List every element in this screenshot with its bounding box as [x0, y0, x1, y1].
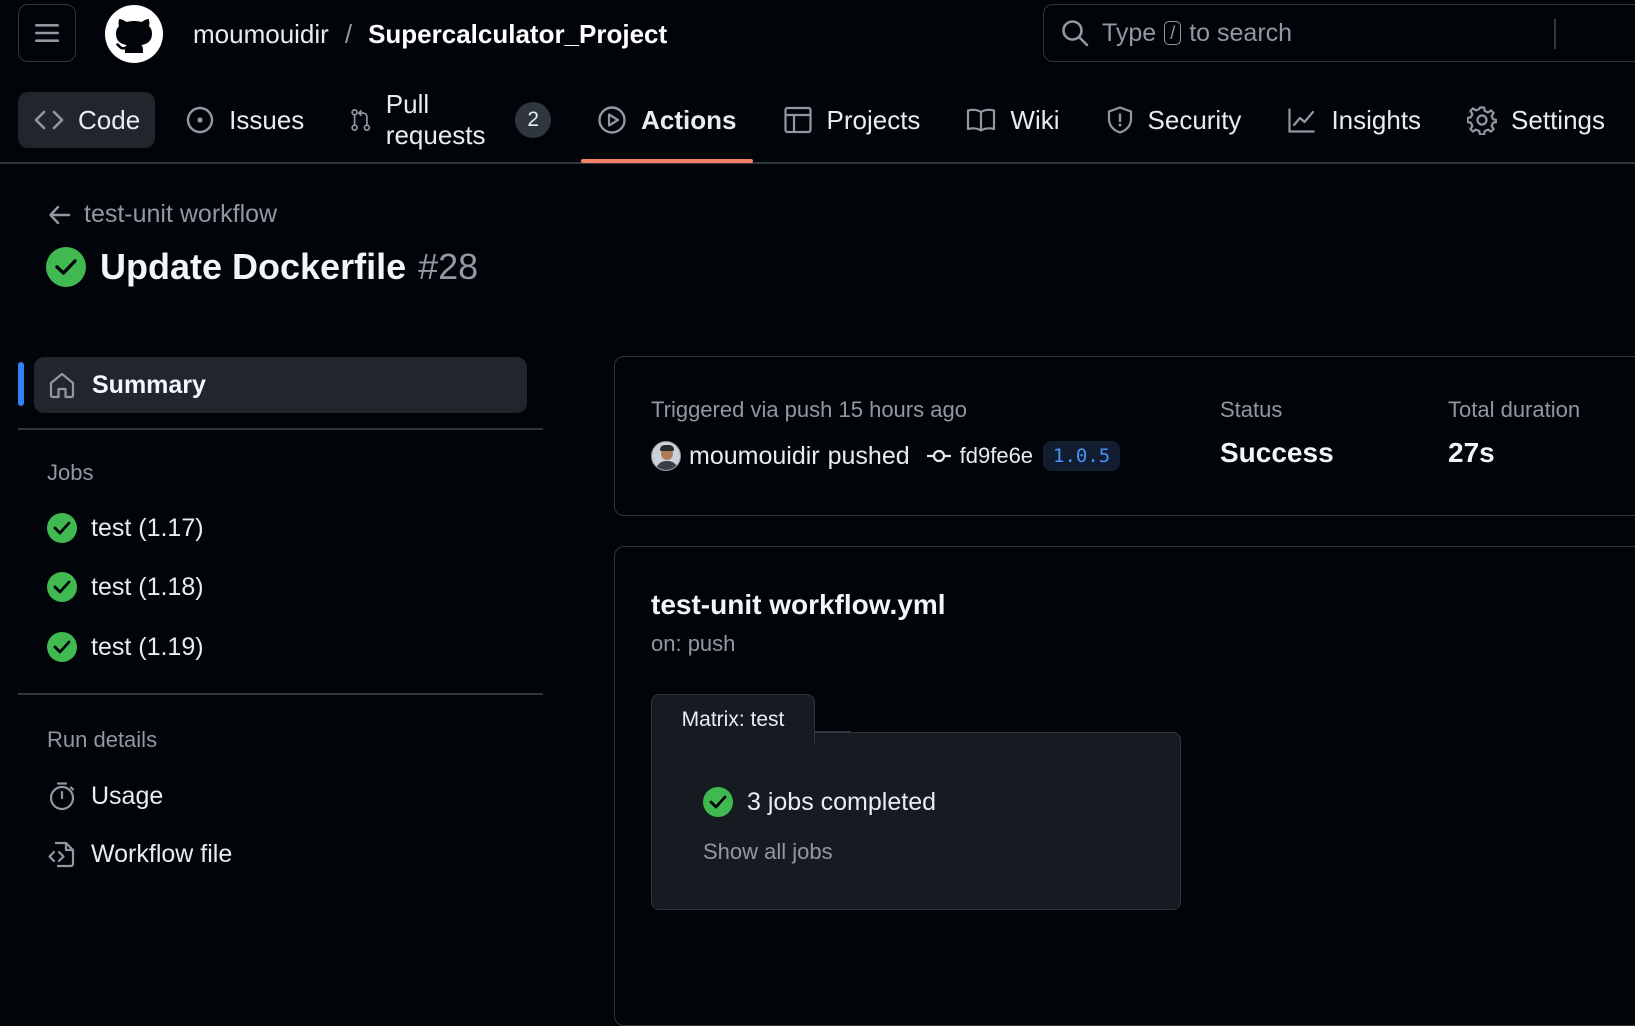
table-icon	[783, 106, 812, 134]
tab-settings-label: Settings	[1511, 104, 1605, 135]
run-title: Update Dockerfile #28	[46, 246, 478, 288]
tab-wiki[interactable]: Wiki	[950, 92, 1075, 148]
success-check-icon	[47, 632, 77, 662]
workflow-file-name: test-unit workflow.yml	[651, 589, 946, 620]
tab-insights[interactable]: Insights	[1271, 92, 1437, 148]
status-value: Success	[1220, 437, 1334, 468]
stopwatch-icon	[49, 782, 75, 811]
sidebar-item-summary-label: Summary	[92, 370, 206, 399]
run-details-heading: Run details	[47, 727, 158, 752]
sidebar-item-workflow-file[interactable]: Workflow file	[47, 839, 232, 869]
code-icon	[34, 110, 64, 130]
sidebar-item-workflow-file-label: Workflow file	[91, 839, 233, 868]
matrix-group-card[interactable]: 3 jobs completed Show all jobs	[651, 732, 1181, 910]
tab-actions[interactable]: Actions	[581, 92, 753, 163]
tab-security-label: Security	[1147, 104, 1242, 135]
tab-issues-label: Issues	[229, 104, 305, 135]
actor-link[interactable]: moumouidir	[689, 442, 820, 471]
three-bars-icon	[35, 24, 59, 42]
search-placeholder-suffix: to search	[1189, 18, 1293, 47]
tab-code[interactable]: Code	[18, 92, 156, 148]
back-to-workflow-label: test-unit workflow	[84, 200, 278, 228]
tab-projects[interactable]: Projects	[767, 92, 937, 148]
tab-pull-requests-label: Pull requests	[385, 89, 486, 150]
git-pull-request-icon	[351, 109, 371, 131]
repo-owner-link[interactable]: moumouidir	[193, 19, 329, 50]
tab-wiki-label: Wiki	[1010, 104, 1060, 135]
trigger-details: moumouidir pushed fd9fe6e 1.0.5	[651, 441, 1121, 471]
github-logo-icon[interactable]	[104, 4, 164, 64]
tab-actions-label: Actions	[641, 104, 737, 135]
jobs-heading: Jobs	[47, 460, 94, 485]
arrow-left-icon	[49, 205, 71, 224]
tag-badge[interactable]: 1.0.5	[1043, 441, 1121, 471]
commit-sha-link[interactable]: fd9fe6e	[960, 443, 1033, 469]
sidebar-active-indicator	[18, 362, 24, 406]
play-icon	[598, 106, 626, 134]
sidebar-job-item[interactable]: test (1.18)	[47, 572, 204, 602]
jobs-completed-label: 3 jobs completed	[747, 787, 937, 816]
sidebar-job-label: test (1.18)	[91, 572, 204, 601]
repo-breadcrumb: moumouidir / Supercalculator_Project	[193, 16, 667, 52]
repo-name-link[interactable]: Supercalculator_Project	[368, 19, 667, 50]
show-all-jobs-link[interactable]: Show all jobs	[703, 839, 833, 865]
shield-icon	[1107, 106, 1132, 134]
breadcrumb-separator: /	[344, 18, 353, 49]
success-check-icon	[47, 572, 77, 602]
file-code-icon	[48, 841, 75, 868]
workflow-trigger: on: push	[651, 631, 736, 656]
sidebar-job-item[interactable]: test (1.19)	[47, 632, 204, 662]
run-summary-panel: Triggered via push 15 hours ago moumouid…	[614, 356, 1635, 516]
jobs-completed-status: 3 jobs completed	[703, 787, 936, 817]
global-header: moumouidir / Supercalculator_Project Typ…	[0, 0, 1635, 164]
tab-settings[interactable]: Settings	[1451, 92, 1621, 148]
success-check-icon	[47, 513, 77, 543]
sidebar-divider	[18, 428, 543, 430]
duration-value: 27s	[1448, 437, 1495, 468]
sidebar-item-summary[interactable]: Summary	[34, 357, 527, 413]
avatar[interactable]	[651, 441, 681, 471]
sidebar-item-usage[interactable]: Usage	[47, 781, 163, 811]
pull-requests-counter: 2	[515, 102, 552, 138]
tab-pull-requests[interactable]: Pull requests 2	[334, 89, 567, 150]
home-icon	[49, 372, 75, 399]
search-divider	[1554, 19, 1556, 49]
sidebar-job-label: test (1.17)	[91, 513, 204, 542]
search-icon	[1062, 20, 1089, 47]
tab-issues[interactable]: Issues	[169, 92, 320, 148]
book-icon	[967, 108, 996, 132]
run-number: #28	[418, 246, 479, 287]
push-action-text: pushed	[827, 441, 910, 470]
search-shortcut-key: /	[1164, 21, 1182, 45]
triggered-text: Triggered via push 15 hours ago	[651, 397, 967, 422]
sidebar-item-usage-label: Usage	[91, 781, 164, 810]
duration-label: Total duration	[1448, 397, 1581, 422]
tab-projects-label: Projects	[826, 104, 921, 135]
success-check-icon	[46, 247, 86, 287]
search-input[interactable]: Type / to search	[1043, 4, 1635, 62]
success-check-icon	[703, 787, 733, 817]
run-title-text: Update Dockerfile	[100, 246, 407, 287]
back-to-workflow-link[interactable]: test-unit workflow	[48, 200, 277, 229]
git-commit-icon	[926, 449, 951, 463]
search-placeholder-prefix: Type	[1102, 18, 1157, 47]
tab-code-label: Code	[78, 104, 141, 135]
workflow-graph-panel: test-unit workflow.yml on: push Matrix: …	[614, 546, 1635, 1026]
tab-security[interactable]: Security	[1090, 92, 1258, 148]
gear-icon	[1467, 106, 1498, 135]
tab-insights-label: Insights	[1331, 104, 1422, 135]
sidebar-divider	[18, 693, 543, 695]
matrix-group-tab: Matrix: test	[651, 694, 815, 744]
sidebar-job-item[interactable]: test (1.17)	[47, 513, 204, 543]
status-label: Status	[1220, 397, 1283, 422]
sidebar-job-label: test (1.19)	[91, 632, 204, 661]
graph-icon	[1288, 108, 1315, 133]
hamburger-menu-button[interactable]	[18, 4, 76, 62]
issue-opened-icon	[186, 106, 214, 134]
repo-nav-tabs: Code Issues Pull requests 2 Actions Proj…	[18, 89, 1635, 163]
